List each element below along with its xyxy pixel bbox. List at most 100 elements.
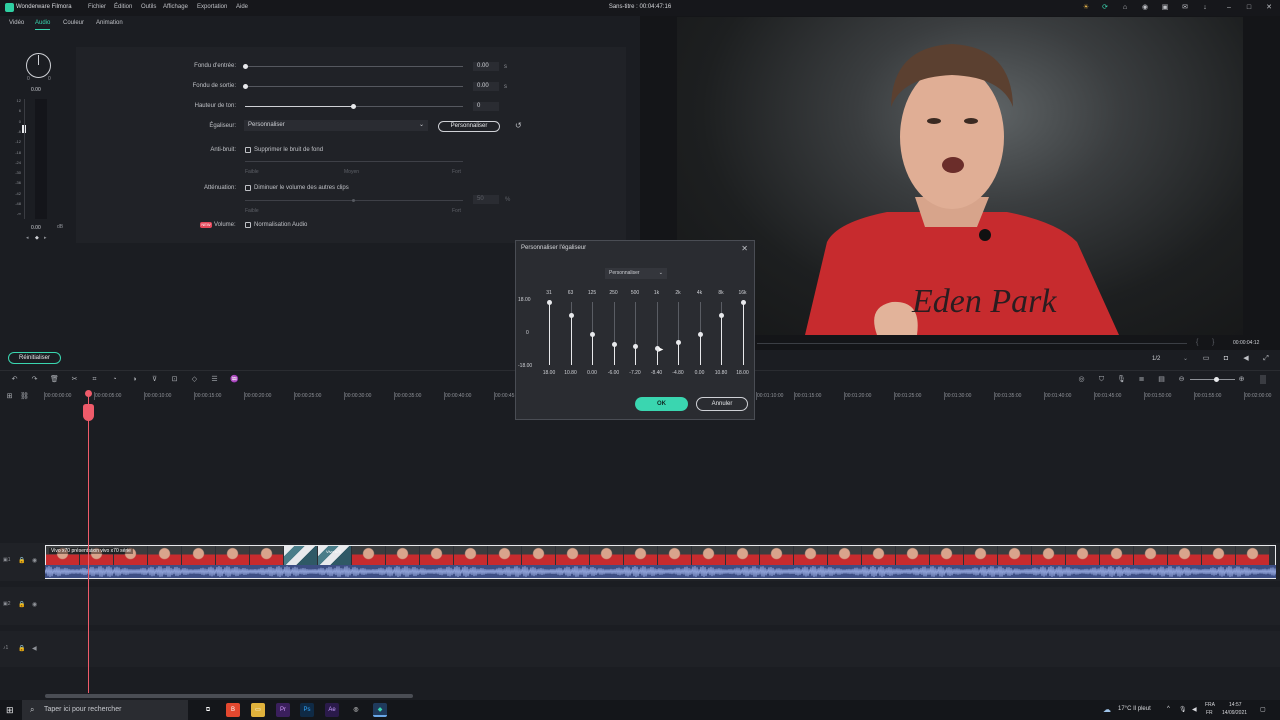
pitch-input[interactable]: 0 (473, 102, 499, 111)
link-icon[interactable]: ⛓ (20, 392, 29, 401)
taskbar-search[interactable]: Taper ici pour rechercher (22, 700, 188, 720)
crop-icon[interactable]: ⌗ (90, 375, 99, 384)
obs-icon[interactable]: ◎ (349, 703, 363, 717)
eq-band-knob[interactable] (697, 331, 703, 337)
save-icon[interactable]: ▣ (1161, 4, 1169, 12)
microphone-icon[interactable]: 🎙 (1179, 706, 1187, 713)
photoshop-icon[interactable]: Ps (300, 703, 314, 717)
keyframe-prev-icon[interactable]: ◂ (26, 235, 29, 241)
zoom-fit-icon[interactable]: ⊡ (170, 375, 179, 384)
clock-date[interactable]: 14/09/2021 (1222, 710, 1247, 716)
lang-1[interactable]: FRA (1205, 702, 1215, 708)
equalizer-customize-button[interactable]: Personnaliser (438, 121, 500, 132)
close-icon[interactable]: ✕ (1265, 4, 1273, 12)
cancel-button[interactable]: Annuler (696, 397, 748, 411)
premiere-icon[interactable]: Pr (276, 703, 290, 717)
zoom-slider[interactable] (1190, 379, 1235, 380)
store-icon[interactable]: ⌂ (1121, 4, 1129, 12)
zoom-slider-knob[interactable] (1214, 377, 1219, 382)
filmora-taskbar-icon[interactable]: ◆ (373, 703, 387, 717)
keyframe-add-icon[interactable]: ◆ (35, 235, 39, 241)
speed-icon[interactable]: ◔ (110, 375, 119, 384)
clock-time[interactable]: 14:57 (1229, 702, 1242, 708)
mic-icon[interactable]: 🎙 (1117, 375, 1126, 384)
eq-preset-select[interactable]: Personnaliser ⌄ (605, 268, 667, 279)
balance-knob[interactable] (26, 53, 51, 78)
eq-band-knob[interactable] (676, 339, 681, 345)
ducking-checkbox[interactable] (245, 185, 251, 191)
sun-icon[interactable]: ☀ (1082, 4, 1090, 12)
brace-right-icon[interactable]: } (1212, 339, 1214, 346)
color-icon[interactable]: ◑ (130, 375, 139, 384)
ok-button[interactable]: OK (635, 397, 688, 411)
pitch-knob[interactable] (351, 104, 356, 109)
timeline-scrollbar[interactable] (45, 694, 413, 698)
close-icon[interactable]: ✕ (741, 244, 748, 253)
fullscreen-icon[interactable]: ⤢ (1262, 355, 1270, 363)
audio-track-speaker-icon[interactable]: ◀ (32, 645, 37, 652)
task-view-icon[interactable]: ⧉ (201, 703, 215, 717)
eq-band-knob[interactable] (719, 312, 724, 318)
ducking-input[interactable]: 50 (473, 195, 499, 204)
video-preview[interactable]: Eden Park (677, 17, 1243, 335)
volume-normalize-checkbox[interactable] (245, 222, 251, 228)
zoom-in-icon[interactable]: ⊕ (1237, 375, 1246, 384)
fade-in-input[interactable]: 0.00 (473, 62, 499, 71)
track2-lock-icon[interactable]: 🔒 (18, 601, 25, 608)
speaker-icon[interactable]: ◀ (1192, 706, 1197, 713)
eq-band-knob[interactable] (547, 300, 552, 305)
preview-progress-track[interactable] (757, 343, 1187, 344)
fade-in-knob[interactable] (243, 64, 248, 69)
preview-quality[interactable]: 1/2 (1152, 356, 1160, 362)
windows-start-icon[interactable]: ⊞ (6, 705, 14, 716)
tab-audio[interactable]: Audio (35, 20, 51, 30)
notification-icon[interactable]: ▢ (1260, 706, 1266, 713)
tab-couleur[interactable]: Couleur (63, 20, 84, 26)
weather-text[interactable]: 17°C Il pleut (1118, 706, 1151, 712)
mixer-icon[interactable]: ≣ (1137, 375, 1146, 384)
eq-band-knob[interactable] (590, 331, 595, 337)
lang-2[interactable]: FR (1206, 710, 1213, 716)
marker-icon[interactable]: ⛉ (1097, 375, 1106, 384)
eq-band-knob[interactable] (740, 300, 746, 305)
ducking-knob[interactable] (352, 199, 355, 202)
track2-eye-icon[interactable]: ◉ (32, 601, 37, 608)
playhead-top[interactable] (85, 390, 92, 397)
equalizer-select[interactable]: Personnaliser ⌄ (244, 120, 428, 131)
fade-out-knob[interactable] (243, 84, 248, 89)
reset-eq-icon[interactable]: ↺ (515, 121, 522, 130)
account-icon[interactable]: ◉ (1141, 4, 1149, 12)
brace-left-icon[interactable]: { (1196, 339, 1198, 346)
after-effects-icon[interactable]: Ae (325, 703, 339, 717)
delete-icon[interactable]: 🗑 (50, 375, 59, 384)
track1-eye-icon[interactable]: ◉ (32, 557, 37, 564)
keyframe-next-icon[interactable]: ▸ (44, 235, 47, 241)
audio-track-lock-icon[interactable]: 🔒 (18, 645, 25, 652)
zoom-out-icon[interactable]: ⊖ (1177, 375, 1186, 384)
maximize-icon[interactable]: □ (1245, 4, 1253, 12)
tray-up-icon[interactable]: ^ (1167, 706, 1170, 712)
minimize-icon[interactable]: – (1225, 4, 1233, 12)
track1-lock-icon[interactable]: 🔒 (18, 557, 25, 564)
mail-icon[interactable]: ✉ (1181, 4, 1189, 12)
redo-icon[interactable]: ↷ (30, 375, 39, 384)
audio-waveform-icon[interactable]: ♒ (230, 375, 239, 384)
eq-band-knob[interactable] (611, 342, 617, 347)
fade-out-input[interactable]: 0.00 (473, 82, 499, 91)
volume-icon[interactable]: ◀ (1242, 355, 1250, 363)
eq-band-knob[interactable] (568, 312, 574, 318)
playhead-handle[interactable] (83, 404, 94, 421)
keyframe-icon[interactable]: ◇ (190, 375, 199, 384)
cut-icon[interactable]: ✂ (70, 375, 79, 384)
sync-icon[interactable]: ⟳ (1101, 4, 1109, 12)
caption-icon[interactable]: ▤ (1157, 375, 1166, 384)
quality-chevron-icon[interactable]: ⌄ (1183, 355, 1188, 362)
eq-band-knob[interactable] (633, 344, 638, 350)
tab-video[interactable]: Vidéo (9, 20, 24, 26)
denoise-checkbox[interactable] (245, 147, 251, 153)
monitor-icon[interactable]: ▭ (1202, 355, 1210, 363)
adjust-icon[interactable]: ☰ (210, 375, 219, 384)
tab-animation[interactable]: Animation (96, 20, 123, 26)
explorer-icon[interactable]: ▭ (251, 703, 265, 717)
add-track-icon[interactable]: ⊞ (5, 392, 14, 401)
